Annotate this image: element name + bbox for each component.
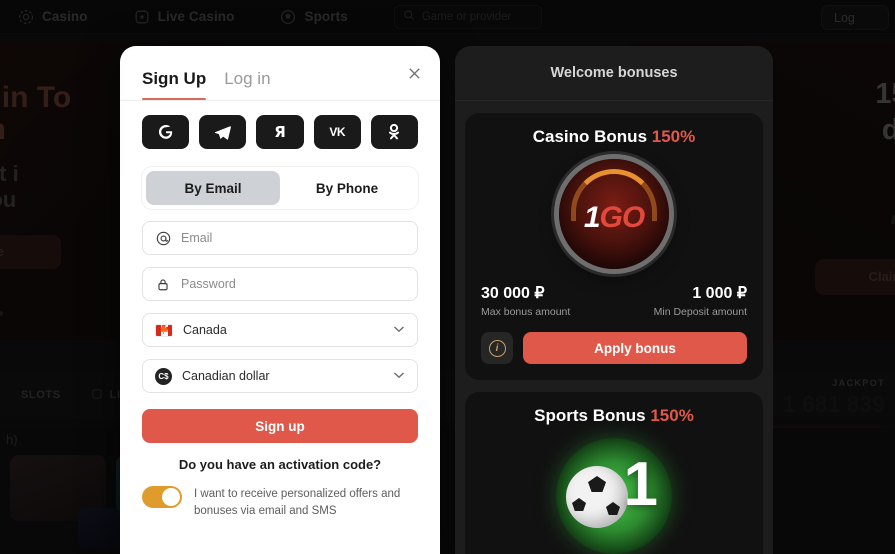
consent-row: I want to receive personalized offers an… (142, 486, 418, 519)
modal-header: Sign Up Log in (120, 46, 440, 101)
social-login-google[interactable] (142, 115, 190, 149)
auth-method-toggle: By Email By Phone (142, 167, 418, 209)
currency-badge-icon: C$ (155, 367, 172, 385)
max-bonus-label: Max bonus amount (481, 306, 571, 318)
max-bonus-column: 30 000 ₽ Max bonus amount (481, 283, 570, 318)
app-root: Casino Live Casino Sports (0, 0, 895, 554)
sports-logo-one: 1 (623, 450, 658, 519)
social-login-odnoklassniki[interactable] (370, 115, 419, 149)
currency-select[interactable]: C$ Canadian dollar (142, 359, 418, 393)
social-login-telegram[interactable] (199, 115, 247, 149)
auth-tabs: Sign Up Log in (120, 46, 440, 100)
casino-bonus-percent: 150% (651, 127, 696, 146)
ball-patch (572, 498, 586, 511)
bonus-card-casino: Casino Bonus 150% 1GO 30 000 ₽ Max bonus… (465, 113, 763, 380)
marketing-consent-toggle[interactable] (142, 486, 182, 508)
bonus-card-list: Casino Bonus 150% 1GO 30 000 ₽ Max bonus… (455, 101, 773, 554)
bonus-amounts: 30 000 ₽ Max bonus amount 1 000 ₽ Min De… (481, 283, 747, 318)
apply-bonus-button[interactable]: Apply bonus (523, 332, 747, 364)
password-placeholder: Password (181, 277, 236, 291)
min-deposit-label: Min Deposit amount (653, 306, 747, 318)
1go-coin-icon: 1GO (559, 159, 669, 269)
ball-patch (606, 502, 620, 515)
country-select[interactable]: 🍁 Canada (142, 313, 418, 347)
tab-sign-up[interactable]: Sign Up (142, 69, 207, 100)
social-login-vk[interactable]: VK (313, 115, 361, 149)
social-login-row: Я VK (142, 115, 419, 149)
min-deposit-column: 1 000 ₽ Min Deposit amount (654, 283, 747, 318)
sports-bonus-name: Sports Bonus (534, 406, 646, 425)
at-sign-icon (155, 230, 171, 246)
password-field[interactable]: Password (142, 267, 418, 301)
sign-up-button[interactable]: Sign up (142, 409, 418, 443)
coin-text-go: GO (599, 201, 646, 234)
activation-code-link[interactable]: Do you have an activation code? (142, 457, 418, 472)
casino-bonus-name: Casino Bonus (532, 127, 648, 146)
bonuses-header: Welcome bonuses (455, 46, 773, 101)
info-icon[interactable]: i (481, 332, 513, 364)
coin-text-one: 1 (583, 201, 601, 234)
chevron-down-icon (393, 324, 405, 336)
sports-bonus-percent: 150% (650, 406, 694, 425)
apply-bonus-row: i Apply bonus (481, 332, 747, 364)
casino-bonus-title: Casino Bonus 150% (481, 127, 747, 147)
casino-bonus-logo-wrap: 1GO (481, 159, 747, 269)
close-icon[interactable] (404, 63, 424, 83)
ball-patch (588, 476, 606, 492)
max-bonus-value: 30 000 ₽ (481, 285, 545, 302)
method-by-phone-button[interactable]: By Phone (280, 171, 414, 205)
coin-text: 1GO (583, 201, 646, 235)
bonus-card-sports: Sports Bonus 150% 1 (465, 392, 763, 554)
sports-bonus-title: Sports Bonus 150% (481, 406, 747, 426)
soccer-ball-graphic (566, 466, 628, 528)
modal-body: Я VK By Email By Phone Email Password 🍁 … (120, 101, 440, 519)
country-value: Canada (183, 323, 227, 337)
signup-modal: Sign Up Log in Я VK By Email By Phone Em… (120, 46, 440, 554)
welcome-bonuses-panel: Welcome bonuses Casino Bonus 150% 1GO 30… (455, 46, 773, 554)
email-field[interactable]: Email (142, 221, 418, 255)
social-login-yandex[interactable]: Я (256, 115, 304, 149)
lock-icon (155, 276, 171, 292)
min-deposit-value: 1 000 ₽ (692, 285, 747, 302)
method-by-email-button[interactable]: By Email (146, 171, 280, 205)
canada-flag-icon: 🍁 (155, 323, 173, 337)
tab-log-in[interactable]: Log in (224, 69, 270, 100)
sports-ball-icon: 1 (556, 438, 672, 554)
currency-value: Canadian dollar (182, 369, 270, 383)
sports-bonus-logo-wrap: 1 (481, 438, 747, 554)
consent-text: I want to receive personalized offers an… (194, 488, 401, 517)
email-placeholder: Email (181, 231, 213, 245)
chevron-down-icon (393, 370, 405, 382)
